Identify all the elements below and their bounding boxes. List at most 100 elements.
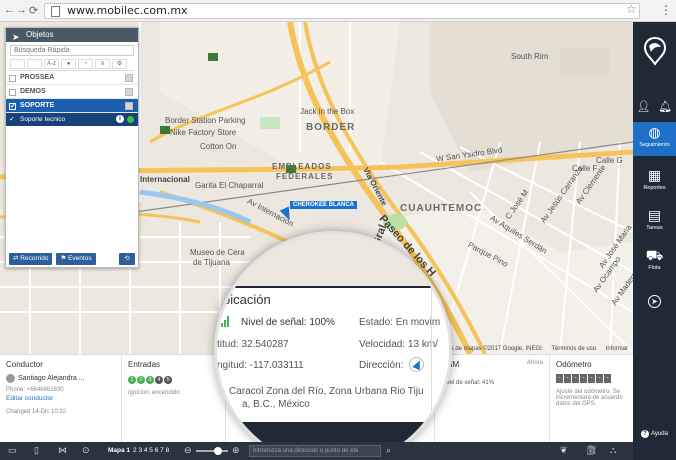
lens-bottom-bar: [242, 422, 432, 444]
search-icon[interactable]: ⌕: [386, 445, 391, 456]
driver-changed: Changed 14-Dic 10:32: [6, 409, 67, 415]
kebab-menu-icon[interactable]: ⋮: [660, 3, 672, 17]
odometro-card: Odómetro ------- Ajuste del odómetro. Se…: [550, 355, 633, 443]
odometer-digit: -: [572, 374, 579, 383]
fuel-icon[interactable]: ⛽︎: [586, 445, 597, 456]
edit-driver-link[interactable]: Editar conductor: [6, 395, 115, 402]
map-label: Border Station Parking: [165, 116, 246, 125]
info-icon[interactable]: i: [116, 115, 124, 123]
traffic-icon[interactable]: ⛬: [610, 445, 616, 456]
status-online-icon: [127, 116, 134, 123]
check-icon[interactable]: ✓: [9, 116, 15, 123]
layers-icon[interactable]: ▭: [8, 445, 17, 456]
time-filter-button[interactable]: ◔: [78, 59, 93, 69]
eventos-button[interactable]: ⚑ Eventos: [56, 253, 96, 265]
clipboard-icon: ▤: [647, 207, 662, 223]
odometer-digit: -: [564, 374, 571, 383]
bell-icon[interactable]: 🔔︎: [658, 100, 672, 113]
zoom-in-icon[interactable]: ⊕: [232, 445, 240, 456]
compass-icon[interactable]: ➤: [648, 295, 661, 308]
odometer-digit: -: [580, 374, 587, 383]
copy-icon[interactable]: ▯: [34, 445, 39, 456]
nav-flota[interactable]: ⛟ Flota: [633, 245, 676, 279]
share-icon[interactable]: ⋈: [58, 445, 67, 456]
direction-label: Dirección:: [359, 360, 404, 371]
zoom-slider[interactable]: [196, 450, 228, 452]
location-arrow-icon: ➤: [12, 32, 20, 42]
pin-icon[interactable]: ⊙: [82, 445, 90, 456]
conductor-title: Conductor: [6, 360, 43, 369]
group-soporte[interactable]: ✓ SOPORTE: [6, 99, 138, 113]
signal-level: Nivel de señal: 100%: [241, 317, 335, 328]
nav-label: Tareas: [646, 225, 663, 231]
map-label: Cotton On: [200, 142, 237, 151]
expand-icon[interactable]: [125, 74, 133, 82]
expand-icon[interactable]: [125, 88, 133, 96]
group-demos[interactable]: DEMOS: [6, 85, 138, 99]
zoom-knob[interactable]: [214, 447, 222, 455]
nav-seguimiento[interactable]: ◍ Seguimiento: [633, 122, 676, 156]
sort-alpha-button[interactable]: A-z: [44, 59, 59, 69]
map-label: Nike Factory Store: [170, 128, 237, 137]
nav-reportes[interactable]: ▦ Reportes: [633, 165, 676, 199]
gsm-signal: Nivel de señal: 41%: [441, 380, 495, 386]
nav-label: Seguimiento: [639, 142, 670, 148]
group-checkbox[interactable]: ✓: [9, 103, 16, 110]
input-badge: 5: [164, 376, 172, 384]
map-label: FEDERALES: [276, 172, 334, 181]
map-label: Jack in the Box: [300, 107, 355, 116]
nav-label: Reportes: [643, 185, 666, 191]
leaf-icon[interactable]: ❦: [560, 445, 568, 456]
filter-button[interactable]: [27, 59, 42, 69]
select-all-checkbox[interactable]: [10, 59, 25, 69]
help-button[interactable]: ? Ayuda: [641, 430, 668, 438]
url-bar[interactable]: www.mobilec.com.mx: [44, 3, 640, 19]
address-line: a, B.C., México: [242, 399, 310, 410]
map-label: South Rim: [511, 52, 549, 61]
collapse-icon[interactable]: [125, 102, 133, 110]
objects-panel-footer: ⇄ Recorrido ⚑ Eventos ⟲: [6, 251, 138, 267]
arrow-left-icon[interactable]: ←: [4, 4, 15, 16]
objects-panel-header[interactable]: ➤ Objetos: [6, 28, 138, 42]
object-item-label: Soporte tecnico: [20, 116, 66, 123]
map-label: Garita El Chaparral: [195, 181, 264, 190]
status-filter-button[interactable]: ●: [61, 59, 76, 69]
group-checkbox[interactable]: [9, 75, 16, 82]
bottom-toolbar: ▭ ▯ ⋈ ⊙ Mapa 12 3 4 5 6 7 8 ⊖ ⊕ Introduz…: [0, 442, 633, 460]
address-line: Caracol Zona del Río, Zona Urbana Rio Ti…: [229, 386, 424, 397]
recorrido-label: Recorrido: [20, 255, 49, 262]
terms-link[interactable]: Términos de uso: [551, 346, 596, 352]
reload-icon[interactable]: ⟳: [29, 4, 38, 17]
user-icon[interactable]: 👤︎: [637, 100, 651, 113]
group-label: SOPORTE: [20, 102, 55, 109]
odometer-digit: -: [588, 374, 595, 383]
vehicle-status: Estado: En movim: [359, 317, 441, 328]
driver-name: Santiago Alejandra ...: [18, 375, 85, 382]
app-logo: [643, 36, 667, 66]
map-label: BORDER: [306, 122, 356, 133]
settings-button[interactable]: ⚙: [112, 59, 127, 69]
map-options[interactable]: 2 3 4 5 6 7 8: [133, 447, 169, 454]
report-link[interactable]: Informar: [606, 346, 628, 352]
object-item-soporte-tecnico[interactable]: ✓ Soporte tecnico i: [6, 113, 138, 126]
history-button[interactable]: ⟲: [119, 253, 135, 265]
quick-search-input[interactable]: Búsqueda Rápida: [10, 45, 134, 56]
address-search-input[interactable]: Introduzca una dirección o punto de efe: [249, 445, 381, 457]
input-badge: 3: [146, 376, 154, 384]
map-selector[interactable]: Mapa 12 3 4 5 6 7 8: [108, 447, 169, 454]
list-view-button[interactable]: ≡: [95, 59, 110, 69]
speed: Velocidad: 13 km/: [359, 339, 438, 350]
map-data-credit: Datos de mapas ©2017 Google, INEGI: [438, 346, 542, 352]
nav-tareas[interactable]: ▤ Tareas: [633, 205, 676, 239]
arrow-right-icon[interactable]: →: [16, 4, 27, 16]
star-icon[interactable]: ☆: [626, 2, 637, 16]
signal-bars-icon: [221, 316, 231, 327]
recorrido-button[interactable]: ⇄ Recorrido: [9, 253, 53, 265]
entradas-card: Entradas 12345 Ignición: encendido: [122, 355, 226, 443]
group-prossea[interactable]: PROSSEA: [6, 71, 138, 85]
vehicle-label[interactable]: CHEROKEE BLANCA: [290, 201, 358, 209]
conductor-card: Conductor Santiago Alejandra ... Phone: …: [0, 355, 122, 443]
group-checkbox[interactable]: [9, 89, 16, 96]
zoom-out-icon[interactable]: ⊖: [184, 445, 192, 456]
odometer-digits[interactable]: -------: [556, 374, 627, 383]
